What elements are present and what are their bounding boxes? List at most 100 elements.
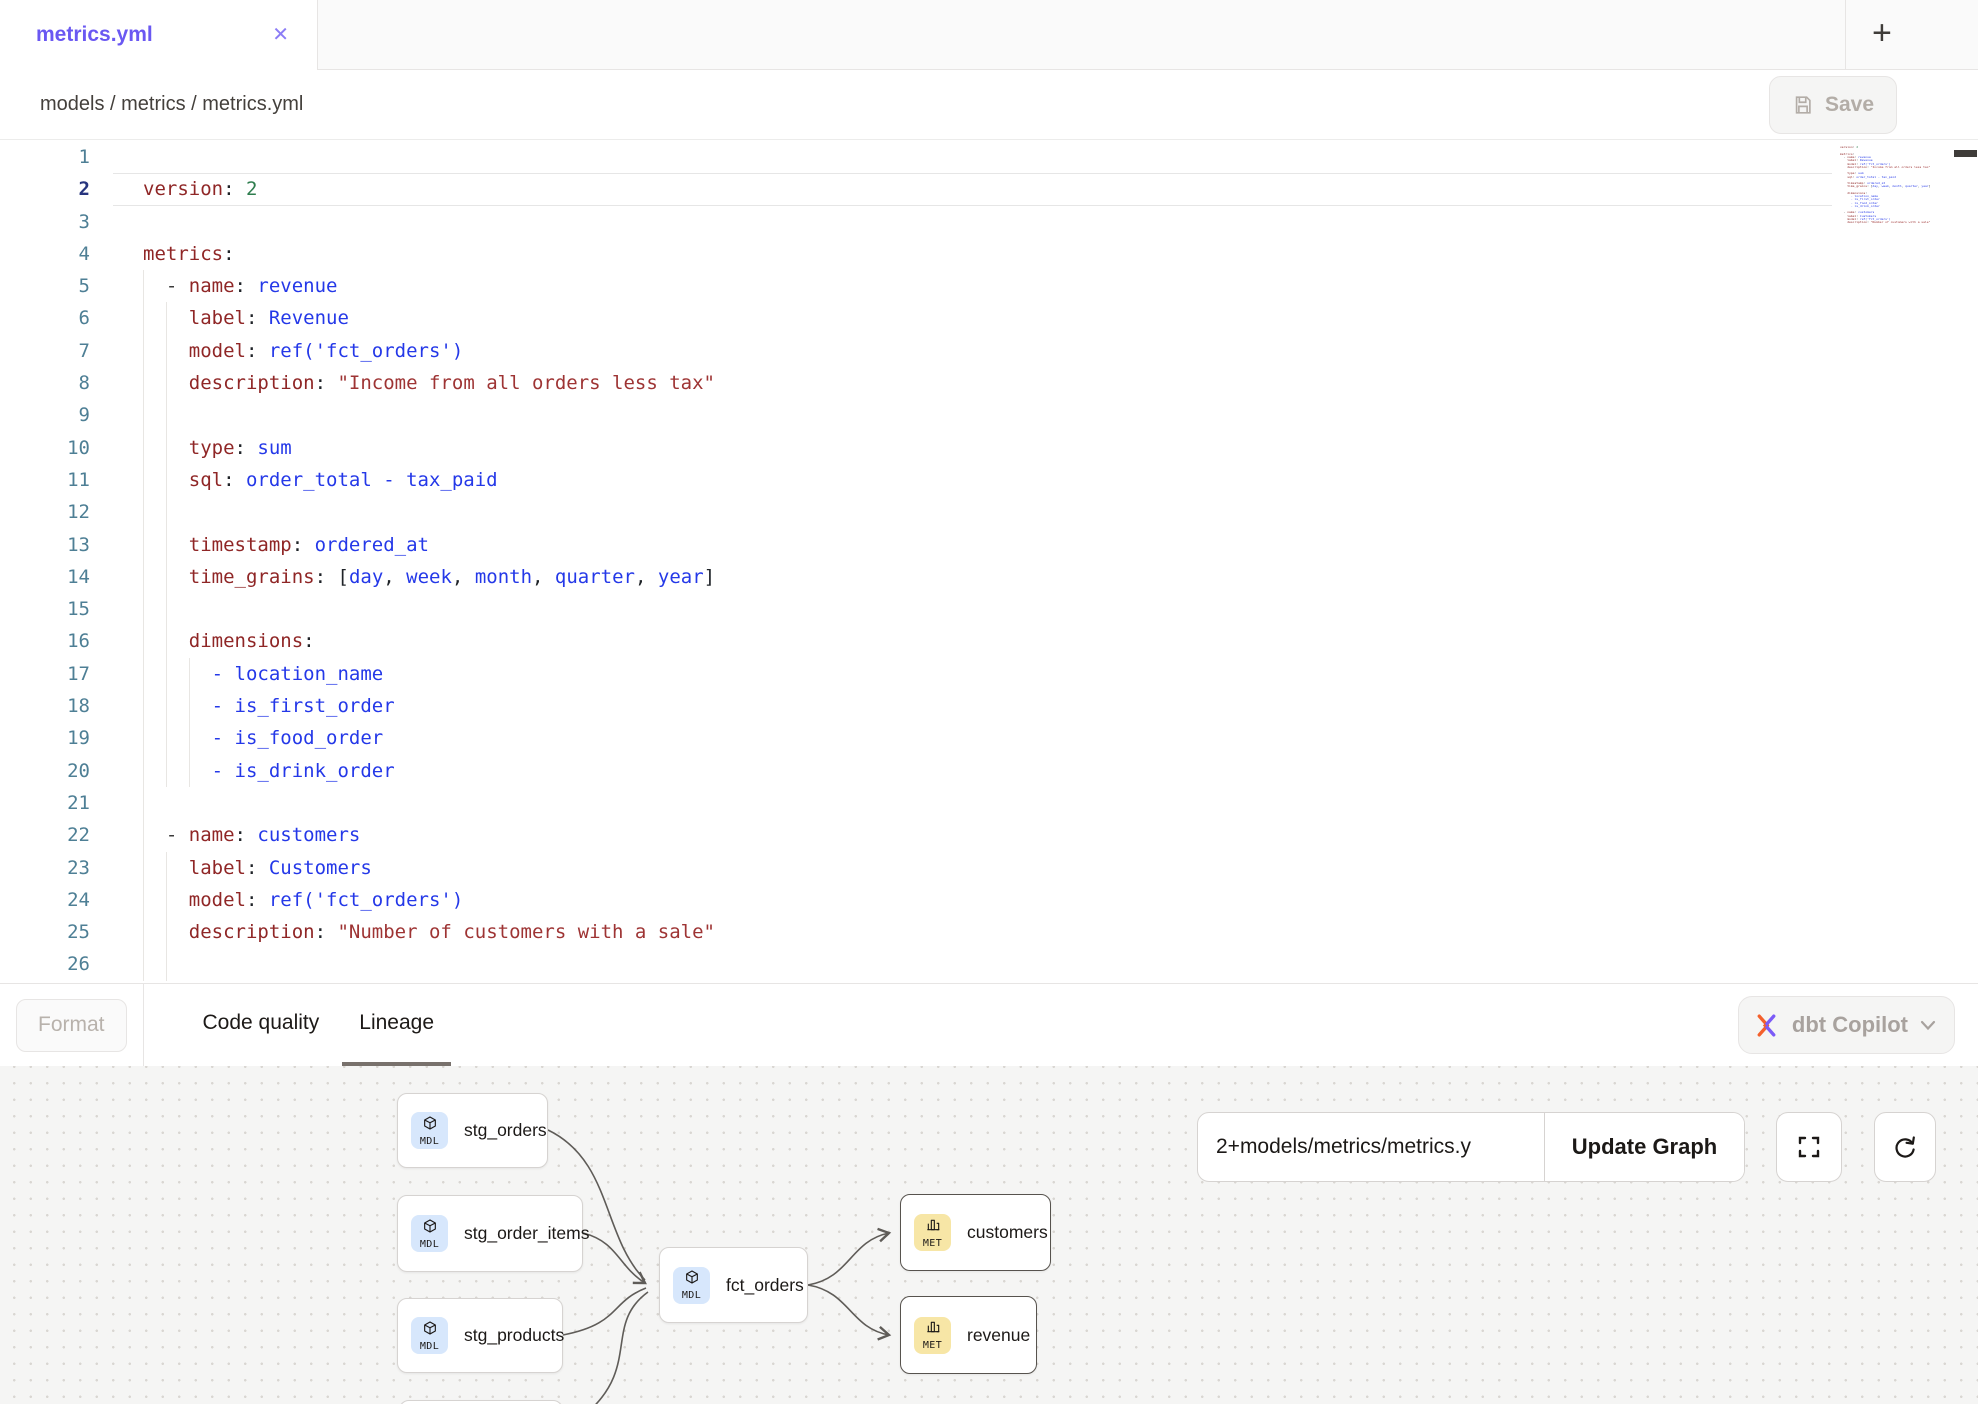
ide-window: metrics.yml ✕ + models / metrics / metri…	[0, 0, 1978, 1404]
code-line[interactable]: 7model: ref('fct_orders')	[0, 335, 1978, 367]
line-number: 11	[0, 464, 113, 496]
node-label: customers	[967, 1222, 1066, 1243]
minimap-line: description: "Number of customers with a…	[1840, 221, 1942, 224]
model-badge: MDL	[411, 1215, 448, 1252]
code-line[interactable]: 15	[0, 593, 1978, 625]
code-line[interactable]: 24model: ref('fct_orders')	[0, 884, 1978, 916]
format-button[interactable]: Format	[16, 999, 127, 1052]
code-line[interactable]: 13timestamp: ordered_at	[0, 529, 1978, 561]
code-line[interactable]: 10type: sum	[0, 432, 1978, 464]
code-line[interactable]: 5- name: revenue	[0, 270, 1978, 302]
code-line[interactable]: 25description: "Number of customers with…	[0, 916, 1978, 948]
cube-icon	[422, 1115, 438, 1136]
lineage-selector-input[interactable]	[1198, 1113, 1544, 1181]
fullscreen-button[interactable]	[1776, 1112, 1842, 1182]
code-line[interactable]: 26	[0, 948, 1978, 980]
line-number: 7	[0, 335, 113, 367]
fullscreen-icon	[1795, 1133, 1823, 1161]
code-line-content: - is_food_order	[113, 722, 1832, 754]
dbt-copilot-label: dbt Copilot	[1792, 1012, 1908, 1038]
code-line-content	[113, 206, 1832, 238]
scrollbar-mark[interactable]	[1954, 150, 1977, 157]
lineage-node-customers[interactable]: METcustomers	[900, 1194, 1051, 1271]
tab-lineage[interactable]: Lineage	[342, 984, 451, 1066]
code-line[interactable]: 17- location_name	[0, 658, 1978, 690]
line-number: 19	[0, 722, 113, 754]
line-number: 16	[0, 625, 113, 657]
code-line[interactable]: 8description: "Income from all orders le…	[0, 367, 1978, 399]
code-editor[interactable]: 12version: 234metrics:5- name: revenue6l…	[0, 140, 1978, 983]
code-line[interactable]: 20- is_drink_order	[0, 755, 1978, 787]
save-label: Save	[1825, 93, 1874, 117]
lineage-node-revenue[interactable]: METrevenue	[900, 1296, 1037, 1374]
code-line[interactable]: 11sql: order_total - tax_paid	[0, 464, 1978, 496]
dbt-copilot-button[interactable]: dbt Copilot	[1738, 996, 1955, 1054]
lineage-node-fct_orders[interactable]: MDLfct_orders	[659, 1247, 808, 1323]
code-line-content: - name: customers	[113, 819, 1832, 851]
code-line[interactable]: 14time_grains: [day, week, month, quarte…	[0, 561, 1978, 593]
code-line[interactable]: 23label: Customers	[0, 852, 1978, 884]
line-number: 25	[0, 916, 113, 948]
lineage-node-stg_orders[interactable]: MDLstg_orders	[397, 1093, 548, 1168]
edge-partial-to-fct_orders	[588, 1292, 648, 1404]
refresh-button[interactable]	[1874, 1112, 1936, 1182]
code-line[interactable]: 12	[0, 496, 1978, 528]
new-tab-button[interactable]: +	[1845, 0, 1978, 70]
code-line-content	[113, 787, 1832, 819]
code-line-content	[113, 399, 1832, 431]
minimap[interactable]: version: 2 metrics: - name: revenue labe…	[1840, 143, 1942, 253]
bar-chart-icon	[925, 1319, 941, 1340]
code-line-content: - is_drink_order	[113, 755, 1832, 787]
code-line[interactable]: 3	[0, 206, 1978, 238]
node-label: stg_products	[464, 1325, 582, 1346]
metric-badge: MET	[914, 1214, 951, 1251]
close-icon[interactable]: ✕	[266, 21, 295, 49]
lineage-node-stg_order_items[interactable]: MDLstg_order_items	[397, 1195, 583, 1272]
line-number: 26	[0, 948, 113, 980]
tab-title: metrics.yml	[36, 23, 153, 47]
tab-code-quality[interactable]: Code quality	[186, 984, 337, 1066]
code-line-content: time_grains: [day, week, month, quarter,…	[113, 561, 1832, 593]
code-line[interactable]: 6label: Revenue	[0, 302, 1978, 334]
code-line[interactable]: 4metrics:	[0, 238, 1978, 270]
code-line-content: model: ref('fct_orders')	[113, 335, 1832, 367]
code-line[interactable]: 22- name: customers	[0, 819, 1978, 851]
lineage-node-partial[interactable]: MDL	[399, 1400, 563, 1404]
code-line[interactable]: 19- is_food_order	[0, 722, 1978, 754]
badge-label: MDL	[420, 1136, 439, 1147]
node-label: revenue	[967, 1325, 1048, 1346]
line-number: 8	[0, 367, 113, 399]
badge-label: MDL	[420, 1239, 439, 1250]
file-path-bar: models / metrics / metrics.yml Save	[0, 70, 1978, 140]
dbt-copilot-logo-icon	[1753, 1012, 1780, 1039]
line-number: 18	[0, 690, 113, 722]
lineage-canvas[interactable]: MDLstg_ordersMDLstg_order_itemsMDLstg_pr…	[0, 1066, 1978, 1404]
cube-icon	[684, 1269, 700, 1290]
tab-strip-empty	[318, 0, 1845, 70]
update-graph-button[interactable]: Update Graph	[1545, 1113, 1744, 1181]
line-number: 5	[0, 270, 113, 302]
bottom-toolbar: Format Code qualityLineage dbt Copilot	[0, 983, 1978, 1066]
tab-metrics-yml[interactable]: metrics.yml ✕	[0, 0, 318, 70]
node-label: stg_order_items	[464, 1223, 607, 1244]
lineage-node-stg_products[interactable]: MDLstg_products	[397, 1298, 563, 1373]
cube-icon	[422, 1218, 438, 1239]
line-number: 23	[0, 852, 113, 884]
code-line-content	[113, 141, 1832, 173]
code-line[interactable]: 1	[0, 141, 1978, 173]
code-line[interactable]: 18- is_first_order	[0, 690, 1978, 722]
code-line[interactable]: 2version: 2	[0, 173, 1978, 205]
badge-label: MET	[923, 1340, 942, 1351]
tab-bar: metrics.yml ✕ +	[0, 0, 1978, 70]
code-line[interactable]: 21	[0, 787, 1978, 819]
bar-chart-icon	[925, 1217, 941, 1238]
save-button[interactable]: Save	[1769, 76, 1897, 134]
node-label: fct_orders	[726, 1275, 822, 1296]
model-badge: MDL	[411, 1112, 448, 1149]
code-line[interactable]: 9	[0, 399, 1978, 431]
badge-label: MDL	[682, 1290, 701, 1301]
chevron-down-icon	[1920, 1020, 1936, 1031]
code-line[interactable]: 16dimensions:	[0, 625, 1978, 657]
code-line-content: - name: revenue	[113, 270, 1832, 302]
code-line-content	[113, 948, 1832, 980]
